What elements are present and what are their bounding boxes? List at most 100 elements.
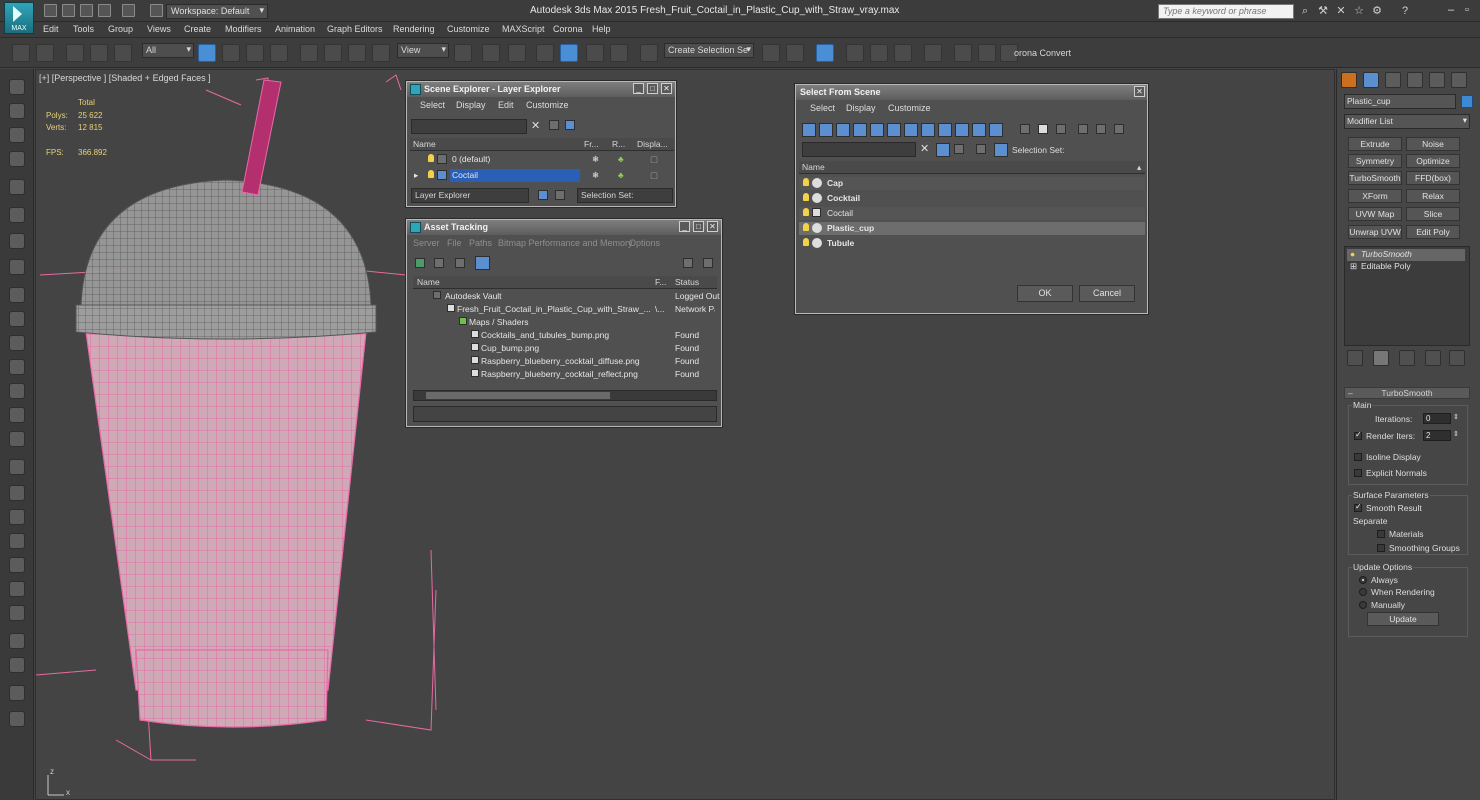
asset-row[interactable]: Raspberry_blueberry_cocktail_diffuse.png…: [413, 355, 717, 368]
strip-tool-icon-12[interactable]: [9, 359, 25, 375]
filter-geometry-icon[interactable]: [802, 123, 816, 137]
strip-tool-icon-9[interactable]: [9, 287, 25, 303]
modifier-button-turbosmooth[interactable]: TurboSmooth: [1348, 171, 1402, 185]
strip-tool-icon-5[interactable]: [9, 179, 25, 195]
menu-customize[interactable]: Customize: [447, 24, 490, 34]
thumbnail-view-icon[interactable]: [455, 258, 465, 268]
curve-editor-icon[interactable]: [870, 44, 888, 62]
menu-tools[interactable]: Tools: [73, 24, 94, 34]
place-icon[interactable]: [372, 44, 390, 62]
filter-groups-icon[interactable]: [904, 123, 918, 137]
col-name[interactable]: Name: [413, 139, 436, 149]
search-input[interactable]: Type a keyword or phrase: [1158, 4, 1294, 19]
create-tab-icon[interactable]: [1341, 72, 1357, 88]
explicit-normals-checkbox[interactable]: [1354, 469, 1362, 477]
col-freeze[interactable]: Fr...: [584, 139, 599, 149]
scene-object-row[interactable]: Coctail: [799, 207, 1145, 220]
modifier-button-noise[interactable]: Noise: [1406, 137, 1460, 151]
modifier-button-ffd-box[interactable]: FFD(box): [1406, 171, 1460, 185]
object-name-input[interactable]: Plastic_cup: [1344, 94, 1456, 109]
iterations-spinner[interactable]: 0: [1423, 413, 1451, 424]
modifier-button-uvw-map[interactable]: UVW Map: [1348, 207, 1402, 221]
rendered-frame-window-icon[interactable]: [978, 44, 996, 62]
strip-tool-icon-3[interactable]: [9, 127, 25, 143]
selection-set-label[interactable]: Selection Set:: [1012, 145, 1064, 155]
show-end-result-icon[interactable]: [1373, 350, 1389, 366]
expand-arrow-icon[interactable]: ▸: [414, 170, 418, 181]
sort-icon[interactable]: [1096, 124, 1106, 134]
spinner-snap-icon[interactable]: [610, 44, 628, 62]
cancel-button[interactable]: Cancel: [1079, 285, 1135, 302]
light-bulb-icon[interactable]: [428, 154, 434, 162]
strip-tool-icon-2[interactable]: [9, 103, 25, 119]
menu-group[interactable]: Group: [108, 24, 133, 34]
always-radio[interactable]: [1359, 576, 1367, 584]
app-logo-button[interactable]: MAX: [4, 2, 34, 34]
rotate-icon[interactable]: [324, 44, 342, 62]
strip-tool-icon-17[interactable]: [9, 485, 25, 501]
render-iters-checkbox[interactable]: [1354, 430, 1362, 440]
scene-object-row[interactable]: Cap: [799, 177, 1145, 190]
pin-stack-icon[interactable]: [1347, 350, 1363, 366]
menu-corona[interactable]: Corona: [553, 24, 583, 34]
close-icon[interactable]: ✕: [707, 221, 718, 232]
manually-radio[interactable]: [1359, 601, 1367, 609]
light-bulb-icon[interactable]: [803, 208, 809, 216]
explorer-type-dropdown[interactable]: Layer Explorer: [411, 188, 529, 203]
filter-xrefs-icon[interactable]: [921, 123, 935, 137]
col-name[interactable]: Name: [802, 162, 825, 172]
stack-item-editable-poly[interactable]: ⊞ Editable Poly: [1347, 261, 1465, 273]
help-icon[interactable]: ?: [1398, 4, 1412, 18]
se-menu-edit[interactable]: Edit: [498, 100, 514, 110]
object-color-swatch[interactable]: [1461, 95, 1473, 108]
strip-tool-icon-10[interactable]: [9, 311, 25, 327]
col-name[interactable]: Name: [417, 277, 440, 287]
material-editor-icon[interactable]: [924, 44, 942, 62]
strip-tool-icon-7[interactable]: [9, 233, 25, 249]
render-setup-icon[interactable]: [954, 44, 972, 62]
minimize-icon[interactable]: –: [1444, 3, 1458, 17]
menu-maxscript[interactable]: MAXScript: [502, 24, 545, 34]
pivot-center-icon[interactable]: [454, 44, 472, 62]
settings-icon[interactable]: [703, 258, 713, 268]
scene-object-row[interactable]: Tubule: [799, 237, 1145, 250]
scene-object-row[interactable]: Cocktail: [799, 192, 1145, 205]
make-unique-icon[interactable]: [1399, 350, 1415, 366]
layer-row[interactable]: 0 (default) ❄ ♣ ▢: [410, 153, 674, 166]
strip-tool-icon-22[interactable]: [9, 605, 25, 621]
maximize-icon[interactable]: □: [693, 221, 704, 232]
list-view-icon[interactable]: [434, 258, 444, 268]
move-icon[interactable]: [300, 44, 318, 62]
filter-bones-icon[interactable]: [938, 123, 952, 137]
menu-create[interactable]: Create: [184, 24, 211, 34]
subscription-icon[interactable]: ⚒: [1316, 4, 1330, 18]
menu-graph-editors[interactable]: Graph Editors: [327, 24, 383, 34]
asset-row[interactable]: Fresh_Fruit_Coctail_in_Plastic_Cup_with_…: [413, 303, 717, 316]
utilities-tab-icon[interactable]: [1451, 72, 1467, 88]
maximize-icon[interactable]: □: [647, 83, 658, 94]
menu-views[interactable]: Views: [147, 24, 171, 34]
selection-filter-dropdown[interactable]: All: [142, 43, 194, 58]
modify-tab-icon[interactable]: [1363, 72, 1379, 88]
configure-sets-icon[interactable]: [1449, 350, 1465, 366]
tools-icon[interactable]: ⚙: [1370, 4, 1384, 18]
scene-object-row[interactable]: Plastic_cup: [799, 222, 1145, 235]
light-bulb-icon[interactable]: [803, 193, 809, 201]
modifier-button-xform[interactable]: XForm: [1348, 189, 1402, 203]
scale-icon[interactable]: [348, 44, 366, 62]
render-teapot-icon[interactable]: ♣: [618, 170, 624, 180]
hierarchy-icon[interactable]: [994, 143, 1008, 157]
new-file-icon[interactable]: [44, 4, 57, 17]
asset-row[interactable]: Maps / Shaders: [413, 316, 717, 329]
smooth-result-checkbox[interactable]: [1354, 502, 1362, 512]
filter-hidden-icon[interactable]: [989, 123, 1003, 137]
bind-space-warp-icon[interactable]: [114, 44, 132, 62]
viewport-label[interactable]: [+] [Perspective ] [Shaded + Edged Faces…: [39, 73, 211, 83]
filter-cameras-icon[interactable]: [853, 123, 867, 137]
smoothing-groups-checkbox[interactable]: [1377, 544, 1385, 552]
maximize-icon[interactable]: ▫: [1460, 3, 1474, 17]
strip-tool-icon-25[interactable]: [9, 685, 25, 701]
hierarchy-tab-icon[interactable]: [1385, 72, 1401, 88]
strip-tool-icon-15[interactable]: [9, 431, 25, 447]
filter-icon[interactable]: [549, 120, 559, 130]
